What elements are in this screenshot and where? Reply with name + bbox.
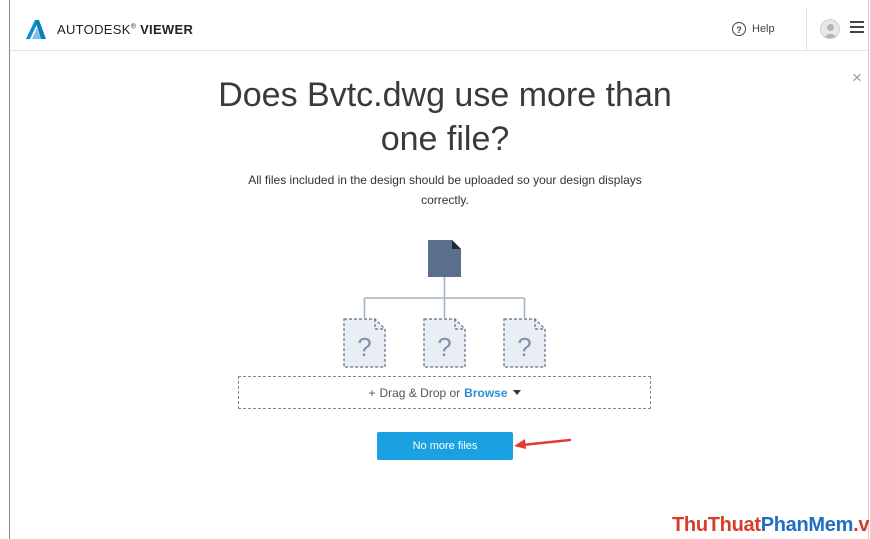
- placeholder-file-icon: ?: [503, 318, 546, 368]
- connector-lines: [363, 277, 526, 318]
- autodesk-logo-icon[interactable]: [26, 20, 46, 39]
- caret-down-icon[interactable]: [512, 390, 521, 395]
- window-left-border: [9, 0, 10, 539]
- file-dropzone[interactable]: + Drag & Drop or Browse: [238, 376, 651, 409]
- app-brand: AUTODESK® VIEWER: [57, 22, 193, 37]
- avatar[interactable]: [820, 19, 840, 39]
- brand-product: VIEWER: [140, 22, 194, 37]
- annotation-arrow-icon: [514, 438, 572, 449]
- watermark-part-3: .vn: [853, 514, 870, 536]
- brand-name: AUTODESK: [57, 22, 131, 37]
- question-mark-label: ?: [437, 332, 451, 362]
- watermark-part-2: PhanMem: [760, 514, 854, 536]
- header-divider: [806, 8, 807, 50]
- placeholder-file-icon: ?: [343, 318, 386, 368]
- file-dependency-diagram: ? ? ?: [343, 240, 546, 368]
- dialog-title: Does Bvtc.dwg use more than one file?: [218, 76, 672, 158]
- question-mark-label: ?: [517, 332, 531, 362]
- registered-mark: ®: [130, 23, 137, 31]
- main-file-icon: [428, 240, 461, 277]
- watermark: ThuThuatPhanMem.vn: [672, 514, 870, 537]
- close-icon[interactable]: ×: [850, 69, 864, 86]
- question-mark-label: ?: [357, 332, 371, 362]
- user-silhouette-icon: [823, 24, 838, 38]
- watermark-part-1: ThuThuat: [672, 514, 761, 536]
- no-more-files-button[interactable]: No more files: [377, 432, 513, 460]
- dropzone-plus: +: [368, 385, 376, 400]
- dialog-subtitle: All files included in the design should …: [248, 173, 642, 207]
- placeholder-file-icon: ?: [423, 318, 466, 368]
- dropzone-text: Drag & Drop or: [379, 385, 461, 400]
- help-button[interactable]: ? Help: [732, 20, 775, 38]
- window-right-border: [868, 0, 869, 539]
- hamburger-menu-icon[interactable]: [850, 21, 864, 33]
- top-bar: AUTODESK® VIEWER ? Help: [10, 8, 868, 51]
- help-label: Help: [752, 23, 775, 35]
- browse-link[interactable]: Browse: [464, 386, 507, 400]
- help-icon: ?: [732, 22, 746, 36]
